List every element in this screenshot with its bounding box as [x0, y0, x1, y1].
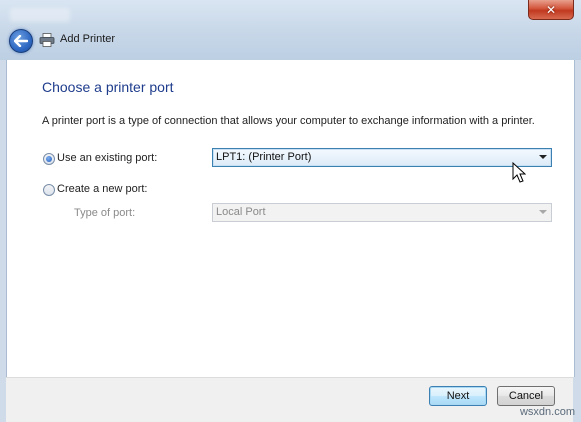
existing-port-value: LPT1: (Printer Port) [216, 151, 312, 163]
printer-icon [39, 33, 55, 47]
use-existing-port-label[interactable]: Use an existing port: [57, 152, 157, 164]
create-new-port-label[interactable]: Create a new port: [57, 183, 148, 195]
window-title-blurred [10, 8, 70, 22]
existing-port-dropdown[interactable]: LPT1: (Printer Port) [212, 148, 552, 167]
create-new-port-radio[interactable] [43, 184, 55, 196]
port-type-value: Local Port [216, 206, 266, 218]
watermark-text: wsxdn.com [519, 406, 575, 418]
wizard-footer: Next Cancel [6, 377, 573, 422]
port-type-dropdown: Local Port [212, 203, 552, 222]
window-titlebar: ✕ Add Printer [0, 0, 581, 60]
use-existing-port-radio[interactable] [43, 153, 55, 165]
close-button[interactable]: ✕ [528, 0, 574, 20]
page-heading: Choose a printer port [42, 79, 174, 95]
wizard-title: Add Printer [60, 33, 116, 45]
dropdown-arrow-icon [539, 210, 547, 214]
cancel-button[interactable]: Cancel [497, 386, 555, 406]
close-icon: ✕ [545, 2, 557, 17]
back-button[interactable] [9, 29, 33, 53]
type-of-port-label: Type of port: [74, 207, 136, 219]
page-description: A printer port is a type of connection t… [42, 115, 535, 127]
back-arrow-icon [14, 35, 28, 47]
wizard-content: Choose a printer port A printer port is … [6, 60, 575, 377]
mouse-cursor-icon [512, 162, 526, 183]
next-button[interactable]: Next [429, 386, 487, 406]
dropdown-arrow-icon [539, 155, 547, 159]
